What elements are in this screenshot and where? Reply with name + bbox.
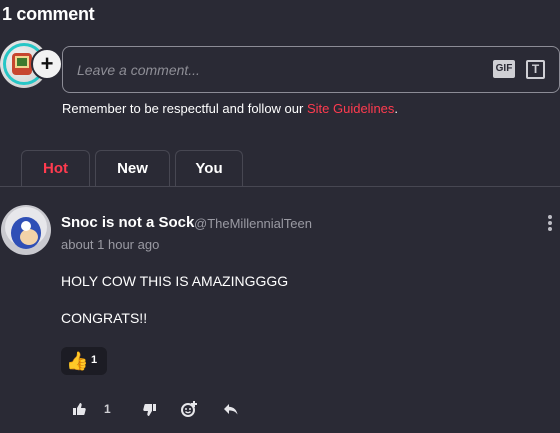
thumbs-down-icon[interactable]	[143, 403, 157, 417]
tabs-divider	[0, 186, 560, 187]
comment-input[interactable]	[77, 59, 457, 81]
like-count: 1	[104, 402, 111, 416]
reply-icon[interactable]	[223, 401, 239, 417]
avatar-muzzle	[20, 229, 38, 245]
thumbs-up-icon[interactable]	[72, 402, 86, 416]
tab-you[interactable]: You	[175, 150, 243, 187]
comment-text-line: HOLY COW THIS IS AMAZINGGGG	[61, 273, 289, 289]
add-reaction-icon[interactable]	[180, 400, 198, 418]
tab-hot[interactable]: Hot	[21, 150, 90, 187]
guidelines-suffix: .	[394, 101, 399, 116]
reaction-chip[interactable]: 👍 1	[61, 347, 107, 375]
site-guidelines-link[interactable]: Site Guidelines	[307, 101, 394, 116]
more-vertical-icon[interactable]	[546, 215, 554, 233]
comment-timestamp: about 1 hour ago	[61, 237, 160, 252]
comment-composer[interactable]: GIF T	[62, 46, 560, 93]
comment-author-name[interactable]: Snoc is not a Sock	[61, 214, 194, 231]
comment-text-line: CONGRATS!!	[61, 310, 148, 326]
gif-icon[interactable]: GIF	[493, 60, 515, 78]
guidelines-text: Remember to be respectful and follow our	[62, 101, 307, 116]
reaction-count: 1	[91, 354, 98, 366]
comment-author-avatar[interactable]	[1, 205, 51, 255]
text-format-icon[interactable]: T	[526, 60, 545, 79]
tab-new[interactable]: New	[95, 150, 170, 187]
guidelines-notice: Remember to be respectful and follow our…	[62, 101, 398, 116]
add-button[interactable]: +	[31, 48, 63, 80]
comment-count-title: 1 comment	[2, 4, 95, 24]
comment-author-handle[interactable]: @TheMillennialTeen	[194, 216, 312, 231]
thumbs-up-emoji: 👍	[66, 351, 89, 371]
avatar-figure-screen	[15, 56, 29, 68]
avatar-eye	[21, 221, 31, 231]
